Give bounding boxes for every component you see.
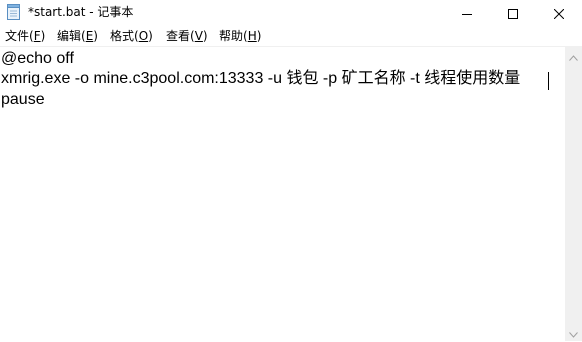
editor-line[interactable]: xmrig.exe -o mine.c3pool.com:13333 -u 钱包… bbox=[1, 68, 520, 90]
maximize-icon bbox=[508, 4, 518, 23]
menu-bar: 文件(F) 编辑(E) 格式(O) 查看(V) 帮助(H) bbox=[0, 27, 582, 46]
menu-format[interactable]: 格式(O) bbox=[110, 29, 153, 44]
text-editor[interactable]: @echo off xmrig.exe -o mine.c3pool.com:1… bbox=[0, 47, 565, 341]
title-bar[interactable]: *start.bat - 记事本 bbox=[0, 0, 582, 26]
text-caret bbox=[548, 72, 549, 90]
editor-line[interactable]: @echo off bbox=[1, 48, 74, 70]
menu-view[interactable]: 查看(V) bbox=[166, 29, 208, 44]
editor-line[interactable]: pause bbox=[1, 89, 45, 111]
scroll-down-button[interactable] bbox=[565, 324, 582, 341]
chevron-down-icon bbox=[569, 323, 578, 342]
menu-help[interactable]: 帮助(H) bbox=[219, 29, 261, 44]
notepad-window: *start.bat - 记事本 文件(F) 编辑(E) 格式(O) 查看(V)… bbox=[0, 0, 582, 341]
scroll-up-button[interactable] bbox=[565, 47, 582, 64]
close-button[interactable] bbox=[536, 0, 582, 26]
menu-file[interactable]: 文件(F) bbox=[5, 29, 45, 44]
close-icon bbox=[553, 4, 565, 23]
notepad-icon bbox=[6, 4, 21, 20]
minimize-button[interactable] bbox=[444, 0, 490, 26]
menu-edit[interactable]: 编辑(E) bbox=[57, 29, 98, 44]
minimize-icon bbox=[462, 4, 472, 23]
chevron-up-icon bbox=[569, 46, 578, 65]
maximize-button[interactable] bbox=[490, 0, 536, 26]
vertical-scrollbar[interactable] bbox=[565, 47, 582, 341]
window-title: *start.bat - 记事本 bbox=[28, 5, 134, 19]
